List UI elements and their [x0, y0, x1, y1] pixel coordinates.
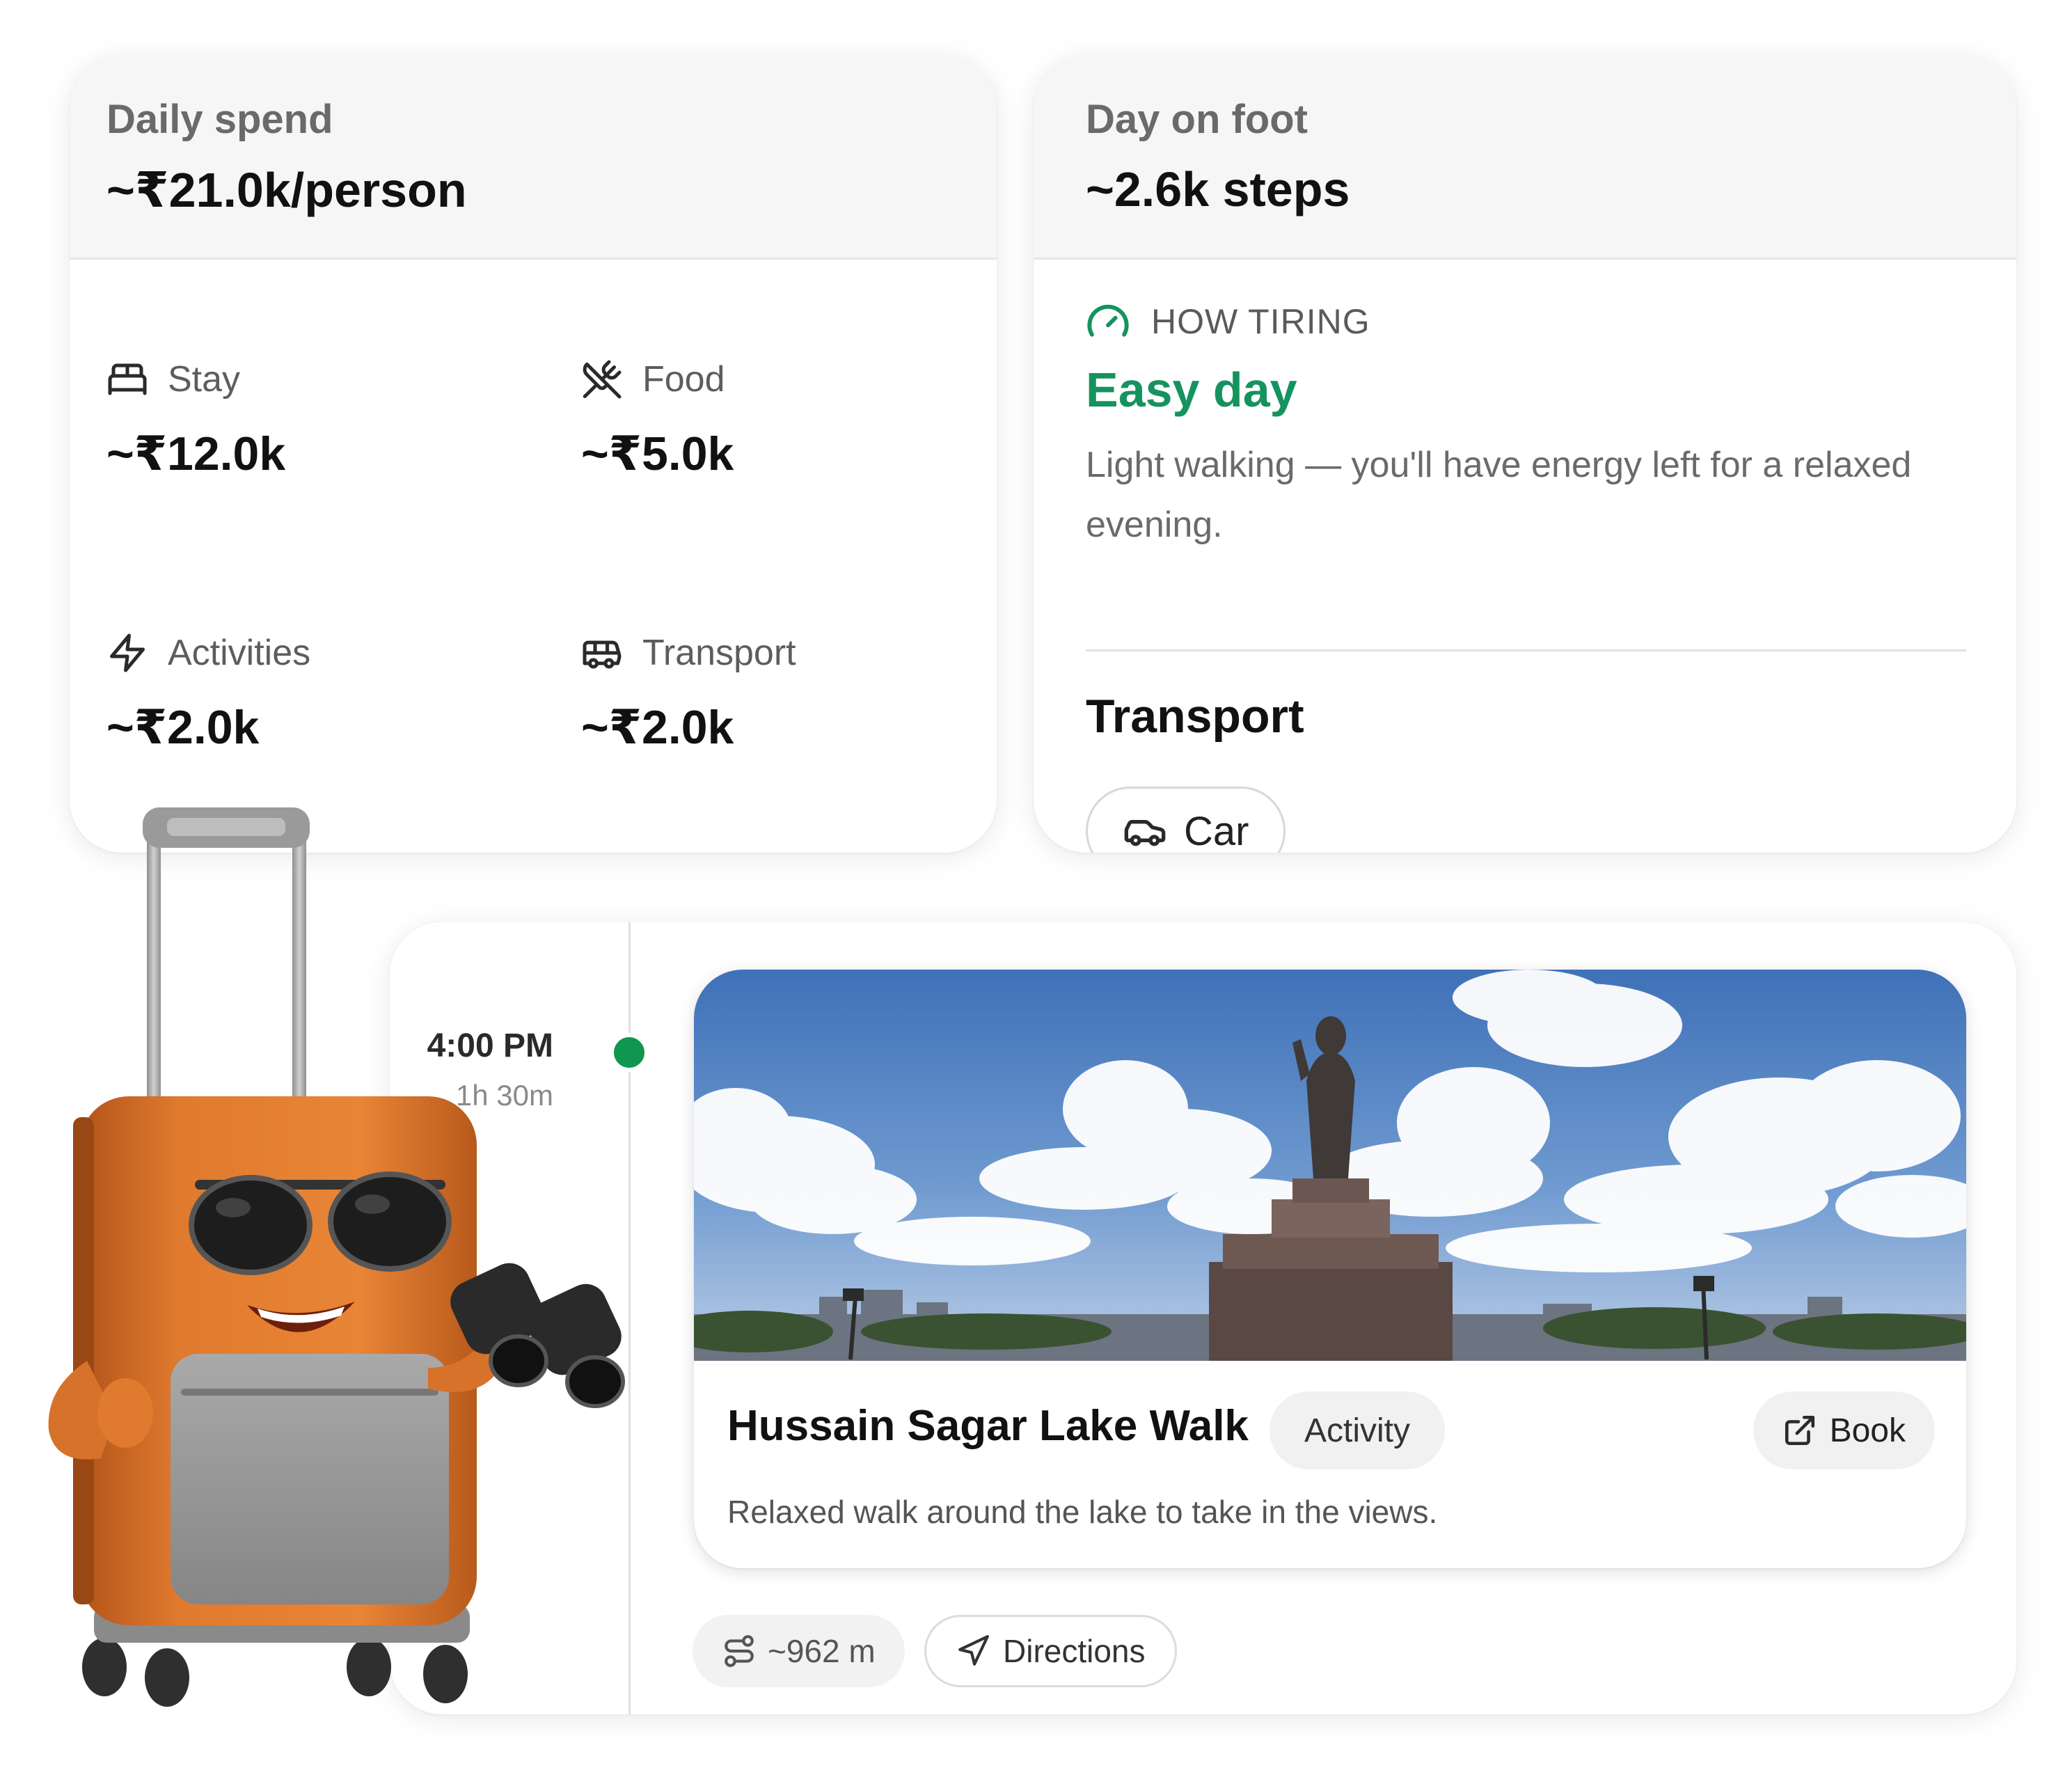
spend-item-activities: Activities ~₹2.0k — [106, 632, 538, 785]
bed-icon — [108, 363, 147, 395]
lightning-icon — [110, 633, 145, 672]
activity-card[interactable]: Hussain Sagar Lake Walk Activity Book Re… — [694, 970, 1966, 1568]
external-link-icon — [1785, 1415, 1814, 1446]
spend-item-value: ~₹12.0k — [106, 427, 286, 480]
spend-item-value: ~₹2.0k — [106, 701, 260, 754]
car-icon — [1124, 820, 1166, 846]
daily-spend-value: ~₹21.0k/person — [106, 163, 467, 217]
lake-statue-photo — [694, 970, 1966, 1361]
divider — [1086, 649, 1966, 652]
tiring-description: Light walking — you'll have energy left … — [1086, 445, 1912, 545]
bus-icon — [583, 640, 622, 669]
spend-item-food: Food ~₹5.0k — [581, 358, 997, 512]
directions-button[interactable]: Directions — [924, 1615, 1177, 1687]
book-button-label: Book — [1829, 1412, 1906, 1449]
daily-spend-card: Daily spend ~₹21.0k/person Stay ~₹12.0k … — [70, 56, 997, 853]
utensils-crossed-icon — [583, 360, 622, 399]
how-tiring-label: HOW TIRING — [1151, 302, 1370, 341]
navigation-icon — [958, 1635, 989, 1666]
route-icon — [725, 1635, 754, 1667]
spend-item-label: Food — [642, 359, 725, 400]
spend-item-transport: Transport ~₹2.0k — [581, 632, 997, 785]
daily-spend-label: Daily spend — [106, 97, 333, 142]
spend-item-label: Stay — [168, 359, 241, 400]
transport-mode-car-chip[interactable]: Car — [1086, 787, 1286, 853]
suitcase-mascot-illustration — [48, 807, 625, 1707]
daily-spend-header: Daily spend ~₹21.0k/person — [70, 56, 997, 260]
spend-item-value: ~₹2.0k — [581, 701, 734, 754]
distance-chip: ~962 m — [693, 1615, 905, 1687]
steps-value: ~2.6k steps — [1086, 162, 1350, 216]
transport-title: Transport — [1086, 690, 1304, 743]
book-button[interactable]: Book — [1753, 1391, 1935, 1469]
spend-item-label: Activities — [168, 633, 311, 673]
tiring-level: Easy day — [1086, 363, 1297, 417]
day-on-foot-label: Day on foot — [1086, 97, 1308, 142]
how-tiring-row: HOW TIRING — [1086, 299, 1370, 344]
spend-item-stay: Stay ~₹12.0k — [106, 358, 538, 512]
distance-value: ~962 m — [768, 1633, 876, 1669]
transport-mode-label: Car — [1184, 808, 1249, 853]
day-on-foot-card: Day on foot ~2.6k steps HOW TIRING Easy … — [1034, 56, 2016, 853]
spend-item-label: Transport — [642, 633, 796, 673]
day-on-foot-header: Day on foot ~2.6k steps — [1034, 56, 2016, 260]
activity-description: Relaxed walk around the lake to take in … — [727, 1494, 1438, 1530]
directions-label: Directions — [1003, 1633, 1146, 1669]
gauge-icon — [1087, 304, 1129, 337]
spend-item-value: ~₹5.0k — [581, 427, 734, 480]
activity-tag: Activity — [1270, 1391, 1446, 1469]
activity-title: Hussain Sagar Lake Walk — [727, 1402, 1249, 1450]
